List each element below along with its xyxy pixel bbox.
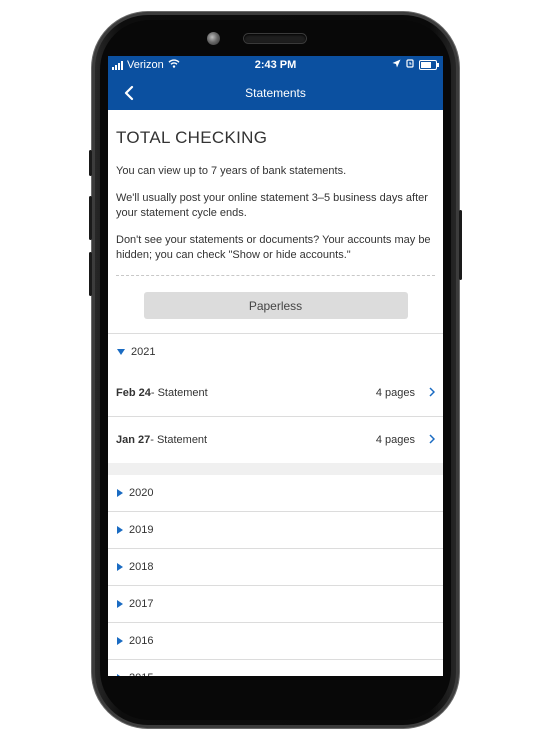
page-title: Statements: [245, 86, 306, 100]
statement-pages: 4 pages: [375, 387, 415, 399]
year-2018-toggle[interactable]: 2018: [108, 549, 443, 586]
year-label: 2016: [129, 635, 154, 647]
year-label: 2017: [129, 598, 154, 610]
location-arrow-icon: [392, 59, 401, 71]
phone-side-button: [89, 150, 92, 176]
status-right: [392, 59, 439, 71]
year-2020-toggle[interactable]: 2020: [108, 475, 443, 512]
phone-power-button: [459, 210, 462, 280]
triangle-right-icon: [117, 637, 123, 645]
year-2021-toggle[interactable]: 2021: [108, 334, 443, 370]
triangle-right-icon: [117, 674, 123, 676]
triangle-down-icon: [117, 349, 125, 355]
phone-volume-down-button: [89, 252, 92, 296]
info-text-years: You can view up to 7 years of bank state…: [116, 165, 347, 177]
year-2019-toggle[interactable]: 2019: [108, 512, 443, 549]
year-2015-toggle[interactable]: 2015: [108, 660, 443, 676]
statement-date: Feb 24: [116, 387, 151, 399]
year-label: 2020: [129, 487, 154, 499]
paperless-button[interactable]: Paperless: [143, 292, 408, 319]
earpiece-speaker: [244, 34, 306, 43]
year-label: 2019: [129, 524, 154, 536]
account-title: TOTAL CHECKING: [116, 128, 268, 147]
paperless-section: Paperless: [108, 276, 443, 334]
statement-row-jan27[interactable]: Jan 27 - Statement 4 pages: [108, 417, 443, 463]
section-spacer: [108, 463, 443, 475]
info-text-posting: We'll usually post your online statement…: [116, 192, 428, 219]
triangle-right-icon: [117, 489, 123, 497]
year-label: 2015: [129, 672, 153, 676]
year-2016-toggle[interactable]: 2016: [108, 623, 443, 660]
front-camera: [207, 32, 220, 45]
alarm-icon: [406, 59, 414, 71]
statement-type: - Statement: [150, 387, 208, 399]
info-text-hidden-accounts: Don't see your statements or documents? …: [116, 234, 431, 261]
chevron-right-icon: [429, 386, 436, 400]
app-screen: Verizon 2:43 PM Statements TOTAL CHECKIN…: [108, 56, 443, 676]
status-bar: Verizon 2:43 PM: [108, 56, 443, 76]
year-2017-toggle[interactable]: 2017: [108, 586, 443, 623]
nav-bar: Statements: [108, 76, 443, 110]
triangle-right-icon: [117, 563, 123, 571]
account-info-section: TOTAL CHECKING You can view up to 7 year…: [108, 128, 443, 276]
statement-pages: 4 pages: [375, 434, 415, 446]
year-label: 2018: [129, 561, 154, 573]
triangle-right-icon: [117, 526, 123, 534]
battery-icon: [419, 60, 439, 70]
statement-date: Jan 27: [116, 434, 151, 446]
year-list: 2020 2019 2018 2017 2016 2015: [108, 475, 443, 676]
year-label: 2021: [131, 346, 156, 358]
phone-volume-up-button: [89, 196, 92, 240]
statement-type: - Statement: [150, 434, 208, 446]
chevron-right-icon: [429, 433, 436, 447]
statement-row-feb24[interactable]: Feb 24 - Statement 4 pages: [108, 370, 443, 417]
triangle-right-icon: [117, 600, 123, 608]
